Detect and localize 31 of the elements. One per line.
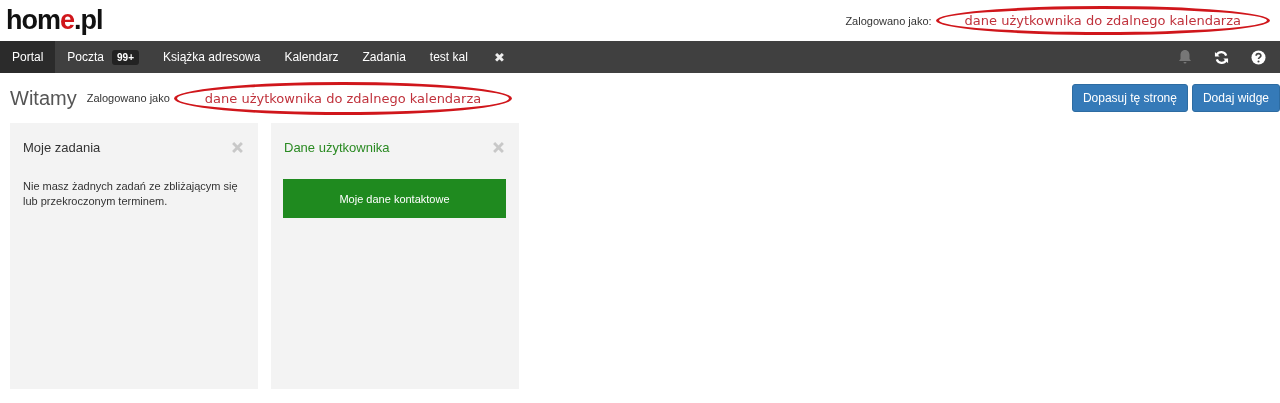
refresh-icon[interactable] bbox=[1214, 49, 1229, 65]
nav-tab[interactable]: test kal bbox=[417, 41, 480, 73]
close-icon[interactable] bbox=[493, 142, 504, 153]
contact-data-button[interactable]: Moje dane kontaktowe bbox=[283, 179, 506, 218]
tab-label: Książka adresowa bbox=[163, 50, 261, 64]
nav-tab[interactable]: Portal bbox=[0, 41, 56, 73]
count-badge: 99+ bbox=[112, 49, 139, 65]
annotation-ellipse: dane użytkownika do zdalnego kalendarza bbox=[173, 81, 513, 115]
widget-title: Moje zadania bbox=[23, 140, 101, 155]
bell-icon[interactable] bbox=[1178, 49, 1192, 65]
nav-tab[interactable]: Poczta 99+ bbox=[55, 41, 151, 73]
page-button[interactable]: Dodaj widge bbox=[1191, 84, 1280, 112]
nav-tab[interactable]: Książka adresowa bbox=[151, 41, 273, 73]
tab-label: Zadania bbox=[362, 50, 406, 64]
logo[interactable]: home.pl bbox=[6, 5, 103, 36]
widget-message: Nie masz żadnych zadań ze zbliżającym się lub przekroczonym terminem. bbox=[23, 179, 239, 209]
help-icon[interactable] bbox=[1251, 49, 1266, 65]
close-tab-button[interactable]: ✖ bbox=[479, 41, 519, 73]
page-title: Witamy bbox=[10, 86, 77, 110]
tab-label: Poczta bbox=[67, 50, 105, 64]
close-icon[interactable] bbox=[232, 142, 243, 153]
page-button[interactable]: Dopasuj tę stronę bbox=[1071, 84, 1188, 112]
tab-label: Portal bbox=[12, 50, 44, 64]
nav-tab[interactable]: Kalendarz bbox=[272, 41, 351, 73]
widget-title: Dane użytkownika bbox=[284, 140, 390, 155]
annotation-ellipse: dane użytkownika do zdalnego kalendarza bbox=[935, 6, 1270, 35]
login-label: Zalogowano jako: bbox=[845, 14, 932, 27]
login-label: Zalogowano jako bbox=[86, 92, 170, 104]
nav-tab[interactable]: Zadania bbox=[350, 41, 418, 73]
tab-label: Kalendarz bbox=[284, 50, 339, 64]
tab-label: test kal bbox=[429, 50, 468, 64]
